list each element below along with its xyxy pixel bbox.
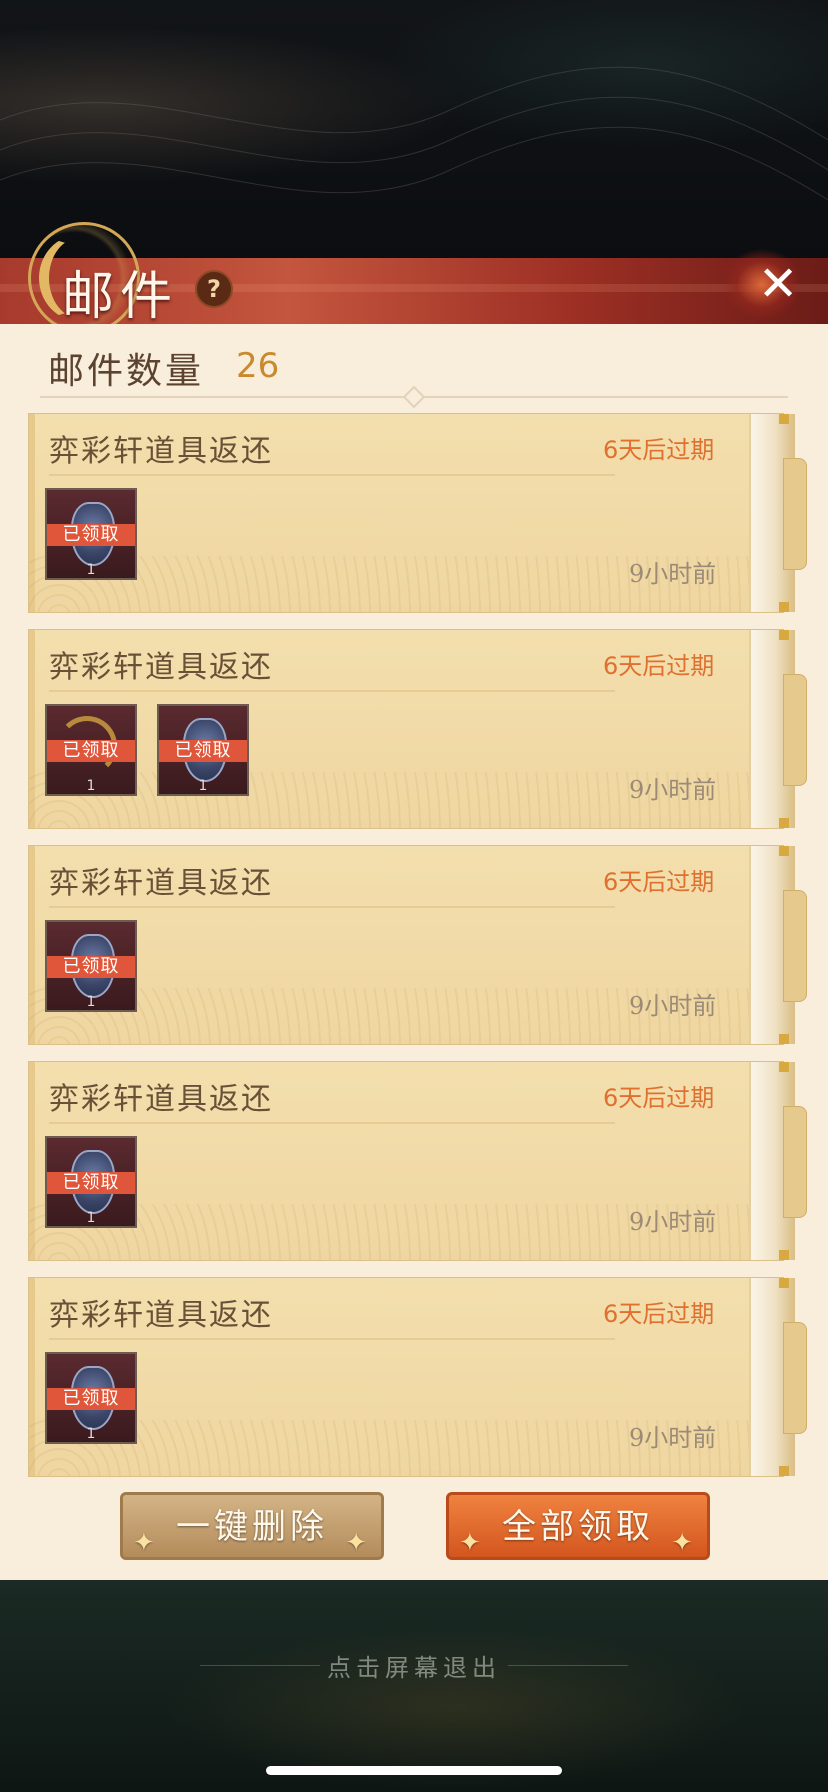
mail-time: 9小时前 — [629, 1424, 717, 1452]
mail-title: 弈彩轩道具返还 — [49, 1082, 273, 1117]
mail-expire: 6天后过期 — [603, 436, 715, 464]
claimed-badge: 已领取 — [47, 740, 135, 762]
item-quantity: 1 — [198, 778, 208, 794]
reward-item[interactable]: 已领取 1 — [45, 1136, 137, 1228]
mail-count-label: 邮件数量 — [48, 351, 205, 392]
item-quantity: 1 — [86, 778, 96, 794]
item-quantity: 1 — [86, 1210, 96, 1226]
item-quantity: 1 — [86, 994, 96, 1010]
scroll-edge — [749, 1278, 807, 1476]
claimed-badge: 已领取 — [47, 956, 135, 978]
mail-item[interactable]: 弈彩轩道具返还 6天后过期 9小时前 已领取 1 已领取 1 — [28, 629, 807, 829]
claim-all-button[interactable]: ✦ 全部领取 ✦ — [446, 1492, 710, 1560]
diamond-icon — [402, 385, 426, 409]
claimed-badge: 已领取 — [47, 524, 135, 546]
claimed-badge: 已领取 — [47, 1388, 135, 1410]
mail-time: 9小时前 — [629, 1208, 717, 1236]
claimed-badge: 已领取 — [47, 1172, 135, 1194]
mail-title: 弈彩轩道具返还 — [49, 434, 273, 469]
sparkle-icon: ✦ — [459, 1528, 485, 1558]
home-indicator[interactable] — [266, 1766, 562, 1775]
mail-time: 9小时前 — [629, 776, 717, 804]
reward-item[interactable]: 已领取 1 — [157, 704, 249, 796]
item-quantity: 1 — [86, 562, 96, 578]
mail-title: 弈彩轩道具返还 — [49, 650, 273, 685]
mail-item[interactable]: 弈彩轩道具返还 6天后过期 9小时前 已领取 1 — [28, 845, 807, 1045]
mail-count-value: 26 — [236, 346, 280, 386]
sparkle-icon: ✦ — [345, 1528, 371, 1558]
mail-expire: 6天后过期 — [603, 868, 715, 896]
sparkle-icon: ✦ — [133, 1528, 159, 1558]
item-quantity: 1 — [86, 1426, 96, 1442]
mail-title: 弈彩轩道具返还 — [49, 1298, 273, 1333]
mail-time: 9小时前 — [629, 560, 717, 588]
mail-item[interactable]: 弈彩轩道具返还 6天后过期 9小时前 已领取 1 — [28, 413, 807, 613]
mail-item[interactable]: 弈彩轩道具返还 6天后过期 9小时前 已领取 1 — [28, 1277, 807, 1477]
scroll-edge — [749, 630, 807, 828]
reward-item[interactable]: 已领取 1 — [45, 704, 137, 796]
exit-hint[interactable]: 点击屏幕退出 — [0, 1648, 828, 1683]
reward-item[interactable]: 已领取 1 — [45, 488, 137, 580]
delete-all-button[interactable]: ✦ 一键删除 ✦ — [120, 1492, 384, 1560]
top-background — [0, 0, 828, 262]
help-icon[interactable]: ? — [195, 270, 233, 308]
delete-all-label: 一键删除 — [176, 1507, 328, 1547]
bottom-background[interactable] — [0, 1580, 828, 1792]
reward-item[interactable]: 已领取 1 — [45, 1352, 137, 1444]
mail-time: 9小时前 — [629, 992, 717, 1020]
mail-expire: 6天后过期 — [603, 652, 715, 680]
mail-title: 弈彩轩道具返还 — [49, 866, 273, 901]
scroll-edge — [749, 1062, 807, 1260]
divider — [40, 385, 788, 409]
scroll-edge — [749, 414, 807, 612]
claimed-badge: 已领取 — [159, 740, 247, 762]
scroll-edge — [749, 846, 807, 1044]
close-icon[interactable]: ✕ — [758, 256, 798, 312]
mail-item[interactable]: 弈彩轩道具返还 6天后过期 9小时前 已领取 1 — [28, 1061, 807, 1261]
sparkle-icon: ✦ — [671, 1528, 697, 1558]
reward-item[interactable]: 已领取 1 — [45, 920, 137, 1012]
claim-all-label: 全部领取 — [502, 1507, 654, 1547]
page-title: 邮件 — [62, 267, 179, 327]
mail-expire: 6天后过期 — [603, 1084, 715, 1112]
wave-decoration — [0, 66, 828, 201]
close-button[interactable]: ✕ — [722, 248, 812, 320]
mail-expire: 6天后过期 — [603, 1300, 715, 1328]
